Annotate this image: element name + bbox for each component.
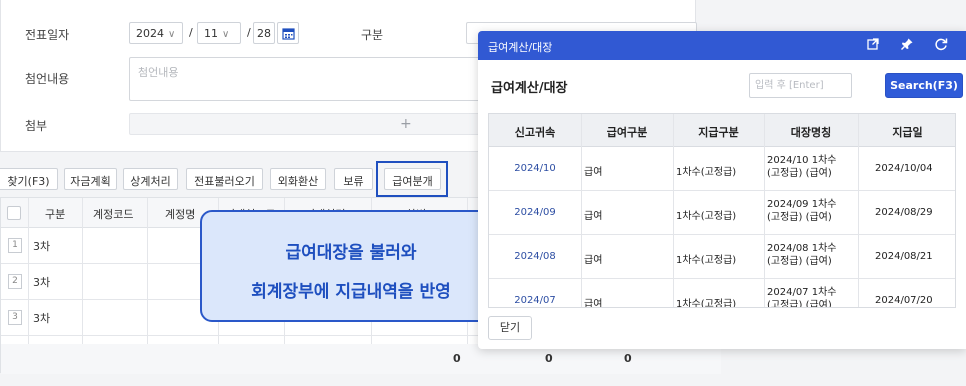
cell-pay-kind: 1차수(고정급) — [676, 211, 737, 222]
col-header-pay-kind: 지급구분 — [698, 126, 739, 139]
chevron-down-icon: ∨ — [222, 29, 230, 40]
year-value: 2024 — [136, 27, 164, 40]
select-all-checkbox[interactable] — [7, 206, 21, 220]
gubun-label: 구분 — [361, 28, 384, 42]
fx-convert-button[interactable]: 외화환산 — [270, 168, 326, 190]
feature-callout: 급여대장을 불러와 회계장부에 지급내역을 반영 — [200, 210, 502, 322]
grid-header: 신고귀속 급여구분 지급구분 대장명칭 지급일 — [489, 114, 955, 147]
row-gubun: 3차 — [33, 312, 51, 325]
plus-icon: + — [400, 116, 412, 132]
table-row[interactable]: 2024/07 급여 1차수(고정급) 2024/07 1차수 (고정급) (급여… — [489, 279, 955, 308]
month-select[interactable]: 11 ∨ — [197, 22, 241, 44]
row-number: 2 — [8, 274, 22, 289]
ledger-name-line1: 2024/10 1차수 — [767, 155, 837, 166]
row-gubun: 3차 — [33, 276, 51, 289]
offset-button[interactable]: 상계처리 — [123, 168, 178, 190]
cell-pay-kind: 1차수(고정급) — [676, 299, 737, 308]
table-row[interactable]: 2024/10 급여 1차수(고정급) 2024/10 1차수 (고정급) (급여… — [489, 147, 955, 191]
refresh-icon[interactable] — [934, 37, 950, 53]
close-button[interactable]: 닫기 — [488, 316, 532, 340]
ledger-name-line1: 2024/08 1차수 — [767, 243, 837, 254]
col-header-ledger-name: 대장명칭 — [790, 126, 832, 139]
date-separator: / — [189, 26, 193, 39]
cell-pay-kind: 1차수(고정급) — [676, 167, 737, 178]
callout-line-1: 급여대장을 불러와 — [285, 243, 417, 263]
hold-button[interactable]: 보류 — [334, 168, 373, 190]
date-separator: / — [247, 26, 251, 39]
cell-pay-type: 급여 — [584, 299, 603, 308]
modal-heading: 급여계산/대장 — [491, 81, 568, 96]
modal-title: 급여계산/대장 — [488, 41, 553, 54]
col-header-pay-date: 지급일 — [892, 126, 923, 139]
cell-period[interactable]: 2024/07 — [489, 295, 581, 306]
cell-pay-date: 2024/10/04 — [875, 163, 933, 174]
cell-pay-date: 2024/08/21 — [875, 251, 933, 262]
cell-ledger-name: 2024/07 1차수 (고정급) (급여) — [767, 286, 853, 308]
date-label: 전표일자 — [25, 28, 70, 42]
cell-pay-date: 2024/08/29 — [875, 207, 933, 218]
cell-period[interactable]: 2024/09 — [489, 207, 581, 218]
col-header-pay-type: 급여구분 — [606, 126, 648, 139]
total-value: 0 — [624, 352, 632, 365]
day-input[interactable]: 28 — [253, 22, 275, 44]
row-number: 1 — [8, 238, 22, 253]
cell-pay-kind: 1차수(고정급) — [676, 255, 737, 266]
cell-period[interactable]: 2024/08 — [489, 251, 581, 262]
col-header: 계정코드 — [93, 208, 134, 221]
payroll-ledger-modal: 급여계산/대장 급여계산/대장 Search(F3) 신고귀속 급여구분 지급구… — [478, 31, 966, 349]
table-row[interactable]: 2024/08 급여 1차수(고정급) 2024/08 1차수 (고정급) (급여… — [489, 235, 955, 279]
app-screen: 전표일자 2024 ∨ / 11 ∨ / 28 구분 첨언내용 첨언내용 첨부 … — [0, 0, 966, 386]
fund-plan-button[interactable]: 자금계획 — [64, 168, 117, 190]
total-value: 0 — [453, 352, 461, 365]
month-value: 11 — [204, 27, 218, 40]
cell-pay-date: 2024/07/20 — [875, 295, 933, 306]
ledger-name-line1: 2024/09 1차수 — [767, 199, 837, 210]
search-button[interactable]: Search(F3) — [885, 73, 963, 98]
year-select[interactable]: 2024 ∨ — [129, 22, 183, 44]
row-number: 3 — [8, 310, 22, 325]
calendar-button[interactable] — [277, 22, 299, 44]
total-value: 0 — [545, 352, 553, 365]
search-input[interactable] — [749, 73, 852, 98]
cell-ledger-name: 2024/10 1차수 (고정급) (급여) — [767, 154, 853, 180]
ledger-name-line2: (고정급) (급여) — [767, 168, 832, 179]
cell-pay-type: 급여 — [584, 211, 603, 222]
cell-pay-type: 급여 — [584, 167, 603, 178]
ledger-name-line2: (고정급) (급여) — [767, 300, 832, 308]
find-button[interactable]: 찾기(F3) — [0, 168, 58, 190]
calendar-icon — [282, 28, 295, 40]
ledger-name-line2: (고정급) (급여) — [767, 212, 832, 223]
chevron-down-icon: ∨ — [168, 29, 176, 40]
modal-title-bar: 급여계산/대장 — [478, 31, 966, 60]
pin-icon[interactable] — [900, 37, 916, 53]
cell-pay-type: 급여 — [584, 255, 603, 266]
col-header-period: 신고귀속 — [514, 126, 556, 139]
col-header: 구분 — [45, 208, 66, 221]
callout-line-2: 회계장부에 지급내역을 반영 — [251, 282, 451, 302]
attach-label: 첨부 — [25, 119, 48, 133]
cell-period[interactable]: 2024/10 — [489, 163, 581, 174]
day-value: 28 — [257, 27, 271, 40]
memo-label: 첨언내용 — [25, 72, 70, 86]
col-header: 계정명 — [165, 208, 196, 221]
row-gubun: 3차 — [33, 240, 51, 253]
popout-icon[interactable] — [866, 37, 882, 53]
load-voucher-button[interactable]: 전표불러오기 — [186, 168, 263, 190]
memo-placeholder: 첨언내용 — [138, 66, 179, 79]
cell-ledger-name: 2024/08 1차수 (고정급) (급여) — [767, 242, 853, 268]
table-row[interactable]: 2024/09 급여 1차수(고정급) 2024/09 1차수 (고정급) (급여… — [489, 191, 955, 235]
payroll-journal-highlight — [376, 161, 448, 197]
payroll-ledger-grid: 신고귀속 급여구분 지급구분 대장명칭 지급일 2024/10 급여 1차수(고… — [488, 113, 956, 308]
ledger-name-line2: (고정급) (급여) — [767, 256, 832, 267]
cell-ledger-name: 2024/09 1차수 (고정급) (급여) — [767, 198, 853, 224]
ledger-name-line1: 2024/07 1차수 — [767, 287, 837, 298]
